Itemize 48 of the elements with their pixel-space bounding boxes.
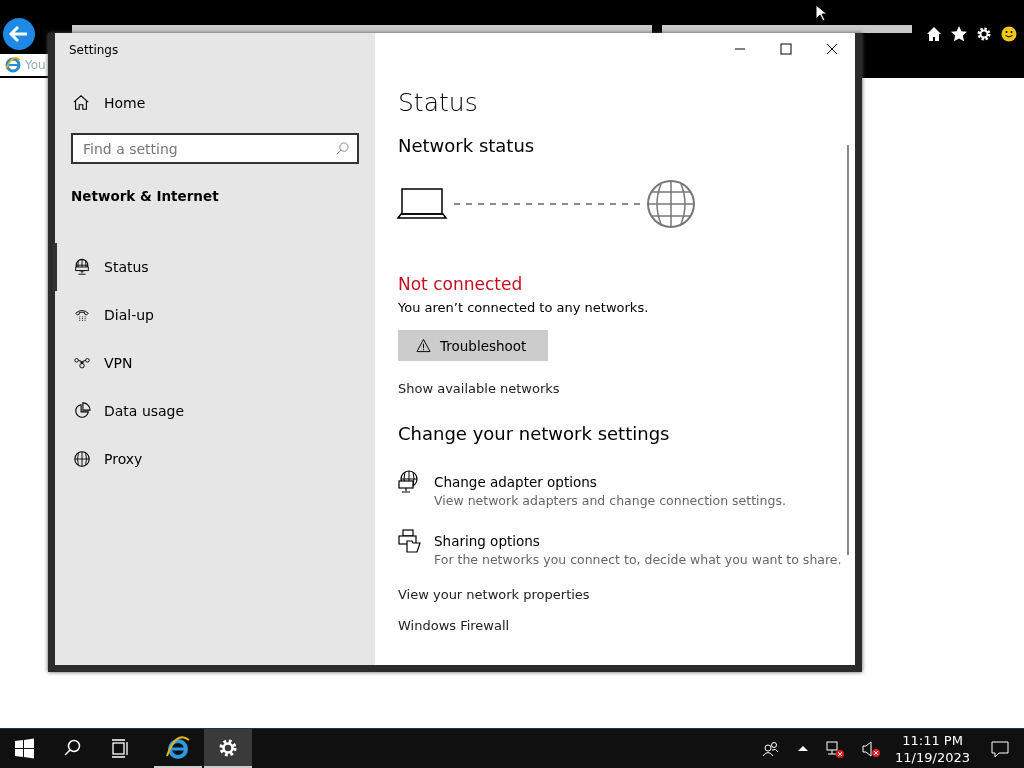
- settings-app-button[interactable]: [204, 729, 252, 768]
- nav-item[interactable]: Proxy: [53, 435, 375, 483]
- clock-date[interactable]: 11/19/2023: [895, 748, 970, 766]
- globe-icon: [73, 450, 91, 468]
- pie-chart-icon: [73, 402, 91, 420]
- home-link[interactable]: Home: [72, 94, 146, 112]
- search-field[interactable]: [662, 25, 912, 33]
- network-error-icon[interactable]: [825, 738, 846, 759]
- smiley-icon[interactable]: [1001, 26, 1017, 42]
- status-text: Not connected: [398, 274, 523, 294]
- browser-logo-icon: [166, 735, 190, 760]
- globe-monitor-icon: [73, 258, 91, 276]
- gear-icon: [218, 737, 238, 758]
- search-field[interactable]: Find a setting: [71, 133, 359, 164]
- window-title: Settings: [69, 43, 119, 57]
- status-detail: You aren’t connected to any networks.: [398, 300, 649, 315]
- nav-item[interactable]: Dial-up: [53, 291, 375, 339]
- section-heading: Change your network settings: [398, 423, 670, 444]
- settings-link[interactable]: Windows Firewall: [398, 618, 510, 633]
- option-title[interactable]: Sharing options: [434, 533, 842, 549]
- back-button[interactable]: [3, 18, 35, 50]
- search-icon: [336, 142, 349, 155]
- nav-item[interactable]: Data usage: [53, 387, 375, 435]
- globe-icon: [647, 180, 695, 228]
- section-heading: Network & Internet: [71, 188, 219, 204]
- settings-link[interactable]: View your network properties: [398, 587, 590, 602]
- volume-muted-icon[interactable]: [861, 738, 882, 759]
- laptop-icon: [396, 188, 448, 219]
- troubleshoot-button[interactable]: Troubleshoot: [398, 330, 549, 361]
- notification-icon[interactable]: [990, 738, 1010, 759]
- printer-folder-icon: [398, 529, 422, 553]
- home-icon[interactable]: [926, 26, 942, 42]
- option-description: View network adapters and change connection settings.: [434, 493, 786, 508]
- show-networks-link[interactable]: Show available networks: [398, 381, 560, 396]
- home-icon: [72, 94, 90, 112]
- nav-item[interactable]: VPN: [53, 339, 375, 387]
- section-heading: Network status: [398, 135, 535, 156]
- nav-item[interactable]: Status: [53, 243, 375, 291]
- browser-logo-icon: [5, 57, 21, 73]
- option-title[interactable]: Change adapter options: [434, 474, 786, 490]
- star-icon[interactable]: [951, 26, 967, 42]
- warning-icon: [416, 338, 431, 353]
- mouse-pointer-icon: [815, 4, 827, 22]
- clock-time[interactable]: 11:11 PM: [902, 731, 963, 749]
- scrollbar[interactable]: [847, 145, 849, 555]
- settings-icon[interactable]: [976, 26, 992, 42]
- page-title: Status: [398, 88, 478, 117]
- option-description: For the networks you connect to, decide what you want to share.: [434, 552, 842, 567]
